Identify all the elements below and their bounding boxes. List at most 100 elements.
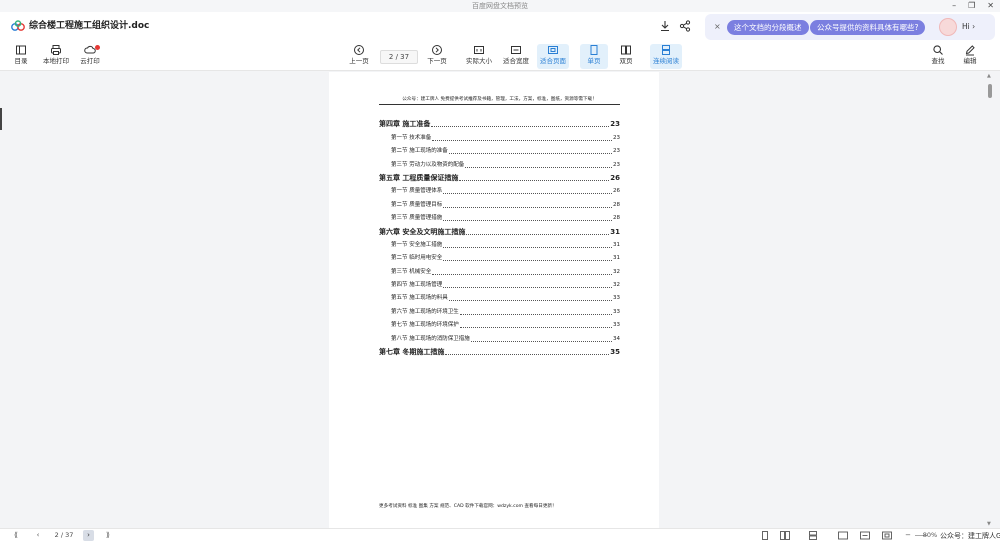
toc-entry-title: 第一节 质量管理体系 (391, 188, 443, 195)
document-title: 综合楼工程施工组织设计.doc (29, 21, 150, 31)
search-button[interactable]: 查找 (923, 44, 953, 69)
toc-leader-dots (432, 273, 612, 275)
toc-section-row[interactable]: 第二节 临时用电安全 31 (379, 250, 620, 263)
window-controls: – ❐ ✕ (952, 0, 994, 12)
prev-page-button[interactable]: 上一页 (343, 44, 375, 69)
minimize-icon[interactable]: – (952, 0, 956, 12)
double-page-button[interactable]: 双页 (612, 44, 640, 69)
last-page-icon[interactable]: ⟫ (102, 529, 114, 541)
toc-leader-dots (443, 193, 612, 195)
toc-chapter-row[interactable]: 第四章 施工准备 23 (379, 116, 620, 129)
toc-entry-title: 第三节 机械安全 (391, 268, 432, 275)
toc-leader-dots (443, 206, 612, 208)
toc-section-row[interactable]: 第六节 施工现场的环境卫生 33 (379, 303, 620, 316)
actual-size-button[interactable]: 实际大小 (463, 44, 495, 69)
fit-page-button[interactable]: 适合页面 (537, 44, 569, 69)
toc-section-row[interactable]: 第一节 质量管理体系 26 (379, 183, 620, 196)
single-page-button[interactable]: 单页 (580, 44, 608, 69)
toc-entry-page: 35 (610, 348, 620, 357)
edit-button[interactable]: 编辑 (955, 44, 985, 69)
bottom-page-indicator[interactable]: 2 / 37 (47, 531, 81, 540)
toc-section-row[interactable]: 第二节 质量管理目标 28 (379, 196, 620, 209)
vertical-scrollbar[interactable] (986, 72, 994, 528)
scrollbar-thumb[interactable] (988, 84, 992, 98)
fit-page-label: 适合页面 (540, 57, 566, 65)
toc-section-row[interactable]: 第三节 质量管理措施 28 (379, 210, 620, 223)
ai-assistant-avatar[interactable] (939, 18, 957, 36)
toc-leader-dots (443, 220, 612, 222)
fit-page-small-icon[interactable] (882, 531, 892, 540)
scroll-up-icon[interactable]: ▲ (987, 73, 991, 79)
toc-entry-title: 第五章 工程质量保证措施 (379, 173, 459, 182)
toc-entry-page: 31 (613, 241, 620, 248)
fit-width-small-icon[interactable] (860, 531, 870, 540)
zoom-out-icon[interactable]: − (903, 529, 913, 541)
toc-entry-page: 23 (610, 120, 620, 129)
toc-section-row[interactable]: 第三节 劳动力以及物资的配备 23 (379, 156, 620, 169)
toc-chapter-row[interactable]: 第七章 冬期施工措施 35 (379, 344, 620, 357)
page-number-input[interactable]: 2 / 37 (380, 50, 418, 64)
ai-suggestion-chip-resources[interactable]: 公众号提供的资料具体有哪些? (810, 20, 926, 35)
toc-entry-page: 28 (613, 201, 620, 208)
toc-leader-dots (445, 354, 610, 356)
directory-button[interactable]: 目录 (5, 44, 37, 69)
actual-size-icon (474, 46, 484, 54)
double-page-label: 双页 (619, 57, 633, 65)
restore-icon[interactable]: ❐ (968, 0, 975, 12)
fit-width-button[interactable]: 适合宽度 (500, 44, 532, 69)
ai-hi-label: Hi (962, 22, 970, 31)
watermark-text: 公众号：建工牌人Gc (940, 532, 1000, 540)
toc-section-row[interactable]: 第四节 施工现场管理 32 (379, 277, 620, 290)
toc-section-row[interactable]: 第一节 安全施工措施 31 (379, 237, 620, 250)
toc-chapter-row[interactable]: 第五章 工程质量保证措施 26 (379, 170, 620, 183)
actual-size-small-icon[interactable] (838, 531, 848, 540)
toc-entry-page: 26 (613, 188, 620, 195)
toc-section-row[interactable]: 第七节 施工现场的环境保护 33 (379, 317, 620, 330)
document-page: 公众号：建工牌人 免费提供考试推荐及书籍，管理，工法，方案，标准，图纸，资源等需… (329, 72, 659, 528)
share-icon[interactable] (679, 20, 691, 32)
single-view-icon[interactable] (760, 531, 770, 540)
first-page-icon[interactable]: ⟪ (10, 529, 22, 541)
document-header: 综合楼工程施工组织设计.doc × 这个文档的分段概述 公众号提供的资料具体有哪… (0, 12, 1000, 42)
toc-entry-title: 第二节 临时用电安全 (391, 255, 443, 262)
edit-label: 编辑 (963, 57, 977, 65)
toc-entry-title: 第七节 施工现场的环境保护 (391, 322, 459, 329)
search-icon (933, 45, 943, 55)
cloud-print-button[interactable]: 云打印 (74, 44, 106, 69)
next-page-button[interactable]: 下一页 (421, 44, 453, 69)
table-of-contents: 第四章 施工准备 23 第一节 技术准备 23 第二节 施工现场的准备 23 第三节 劳动力… (379, 116, 620, 357)
ai-bar-close-icon[interactable]: × (714, 21, 721, 33)
local-print-button[interactable]: 本地打印 (40, 44, 72, 69)
toc-section-row[interactable]: 第八节 施工现场的消防保卫措施 34 (379, 330, 620, 343)
window-title: 百度网盘文档预览 (472, 2, 528, 10)
download-icon[interactable] (659, 20, 671, 32)
printer-icon (51, 45, 61, 55)
scroll-view-icon[interactable] (808, 531, 818, 540)
toc-section-row[interactable]: 第五节 施工现场的料具 33 (379, 290, 620, 303)
toc-section-row[interactable]: 第二节 施工现场的准备 23 (379, 143, 620, 156)
toc-leader-dots (432, 139, 612, 141)
sidebar-collapse-handle[interactable] (0, 108, 2, 130)
toc-section-row[interactable]: 第三节 机械安全 32 (379, 263, 620, 276)
continuous-reading-button[interactable]: 连续阅读 (650, 44, 682, 69)
window-titlebar: 百度网盘文档预览 – ❐ ✕ (0, 0, 1000, 12)
toc-leader-dots (443, 287, 612, 289)
ai-suggestion-chip-summary[interactable]: 这个文档的分段概述 (727, 20, 809, 35)
toc-leader-dots (465, 166, 612, 168)
prev-page-label: 上一页 (349, 57, 369, 65)
toc-entry-title: 第一节 技术准备 (391, 134, 432, 141)
toc-leader-dots (448, 300, 612, 302)
toc-chapter-row[interactable]: 第六章 安全及文明施工措施 31 (379, 223, 620, 236)
toc-entry-title: 第六章 安全及文明施工措施 (379, 227, 466, 236)
toc-section-row[interactable]: 第一节 技术准备 23 (379, 129, 620, 142)
toc-entry-page: 26 (610, 173, 620, 182)
ai-hi-button[interactable]: Hi › (962, 21, 975, 33)
next-page-small-icon[interactable]: › (83, 530, 94, 541)
scroll-down-icon[interactable]: ▼ (987, 521, 991, 527)
double-view-icon[interactable] (780, 531, 790, 540)
prev-page-small-icon[interactable]: ‹ (32, 529, 44, 541)
search-label: 查找 (931, 57, 945, 65)
baidu-netdisk-logo-icon (11, 20, 25, 31)
page-header-text: 公众号：建工牌人 免费提供考试推荐及书籍，管理，工法，方案，标准，图纸，资源等需… (379, 96, 620, 105)
close-window-icon[interactable]: ✕ (987, 0, 994, 12)
